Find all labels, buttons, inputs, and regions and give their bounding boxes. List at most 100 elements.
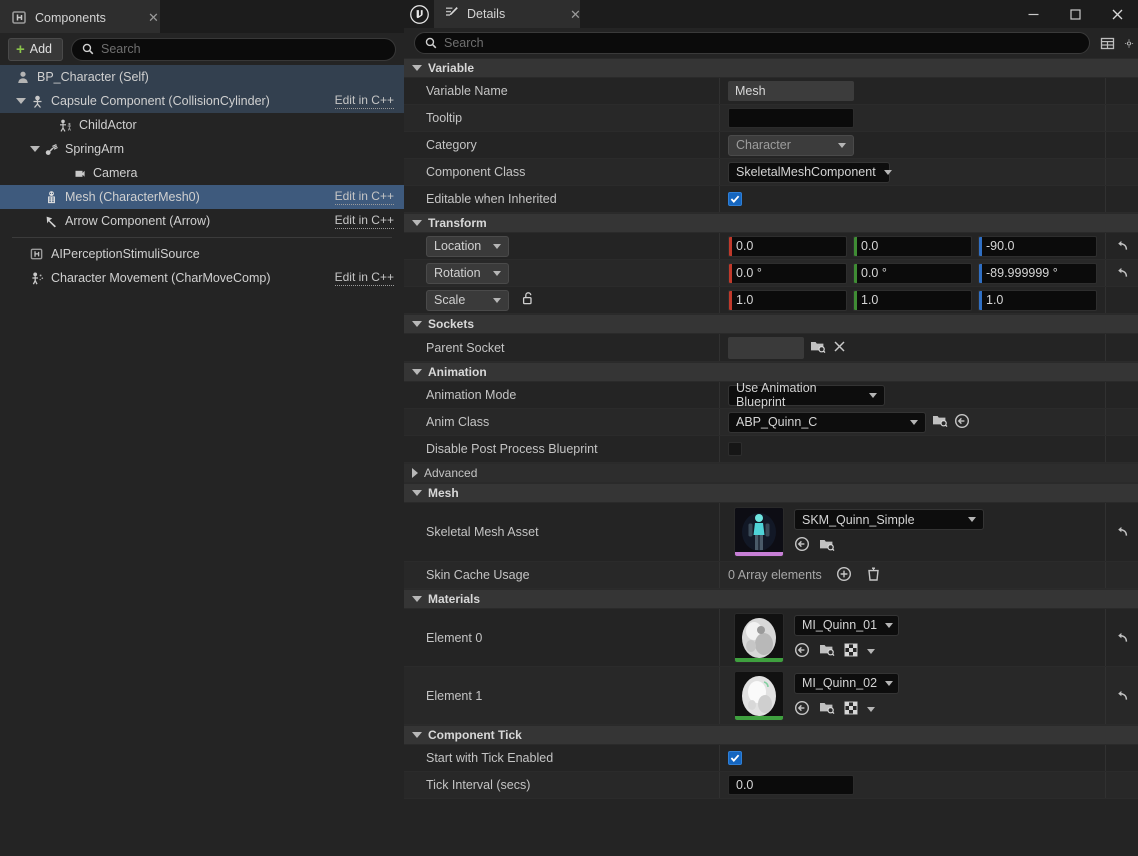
section-header-mesh[interactable]: Mesh — [404, 483, 1138, 503]
edit-in-cpp-link[interactable]: Edit in C++ — [334, 270, 394, 286]
chevron-down-icon — [968, 517, 976, 522]
chevron-down-icon[interactable] — [867, 648, 875, 654]
close-icon[interactable]: ✕ — [134, 11, 159, 24]
back-arrow-icon[interactable] — [794, 700, 810, 719]
rotation-z-input[interactable]: -89.999999 ° — [978, 262, 1097, 284]
browse-icon[interactable] — [819, 700, 835, 718]
settings-icon[interactable] — [1124, 36, 1134, 51]
section-header-advanced[interactable]: Advanced — [404, 463, 1138, 483]
scale-z-input[interactable]: 1.0 — [978, 289, 1097, 311]
section-header-materials[interactable]: Materials — [404, 589, 1138, 609]
chevron-down-icon — [412, 596, 422, 602]
rotation-y-input[interactable]: 0.0 ° — [853, 262, 972, 284]
components-search-input[interactable]: Search — [71, 37, 396, 61]
tree-item-arrow-component[interactable]: Arrow Component (Arrow) Edit in C++ — [0, 209, 404, 233]
property-row-skin-cache-usage: Skin Cache Usage 0 Array elements — [404, 562, 1138, 589]
start-with-tick-enabled-checkbox[interactable] — [728, 751, 742, 765]
checker-icon[interactable] — [844, 642, 858, 660]
section-header-transform[interactable]: Transform — [404, 213, 1138, 233]
tree-item-aiperceptionstimulisource[interactable]: AIPerceptionStimuliSource — [0, 242, 404, 266]
search-placeholder: Search — [444, 36, 484, 50]
location-z-input[interactable]: -90.0 — [978, 235, 1097, 257]
column-settings-icon[interactable] — [1096, 36, 1118, 51]
scale-x-input[interactable]: 1.0 — [728, 289, 847, 311]
tree-item-label: Arrow Component (Arrow) — [65, 214, 211, 228]
location-y-input[interactable]: 0.0 — [853, 235, 972, 257]
disable-post-process-blueprint-checkbox[interactable] — [728, 442, 742, 456]
animation-mode-dropdown[interactable]: Use Animation Blueprint — [728, 381, 885, 409]
tree-item-bp-character[interactable]: BP_Character (Self) — [0, 65, 404, 89]
details-search-row: Search — [404, 28, 1138, 58]
child-actor-icon — [56, 118, 74, 133]
section-header-variable[interactable]: Variable — [404, 58, 1138, 78]
rotation-x-input[interactable]: 0.0 ° — [728, 262, 847, 284]
checker-icon[interactable] — [844, 700, 858, 718]
close-icon[interactable] — [1096, 0, 1138, 28]
spring-arm-icon — [42, 142, 60, 157]
edit-in-cpp-link[interactable]: Edit in C++ — [334, 213, 394, 229]
browse-icon[interactable] — [819, 537, 835, 555]
delete-icon[interactable] — [866, 566, 881, 585]
element-1-material-dropdown[interactable]: MI_Quinn_02 — [794, 672, 899, 694]
section-header-sockets[interactable]: Sockets — [404, 314, 1138, 334]
property-row-rotation: Rotation 0.0 ° 0.0 ° -89.999999 ° — [404, 260, 1138, 287]
category-dropdown[interactable]: Character — [728, 134, 854, 156]
tree-item-label: Character Movement (CharMoveComp) — [51, 271, 271, 285]
back-arrow-icon[interactable] — [794, 642, 810, 661]
browse-icon[interactable] — [819, 642, 835, 660]
clear-x-icon[interactable] — [832, 339, 847, 357]
location-x-input[interactable]: 0.0 — [728, 235, 847, 257]
maximize-icon[interactable] — [1054, 0, 1096, 28]
chevron-down-icon — [869, 392, 877, 398]
scale-y-input[interactable]: 1.0 — [853, 289, 972, 311]
parent-socket-input[interactable] — [728, 336, 804, 359]
add-component-button[interactable]: + Add — [8, 37, 64, 61]
tree-item-springarm[interactable]: SpringArm — [0, 137, 404, 161]
material-sphere-thumbnail[interactable] — [734, 670, 784, 721]
anim-class-dropdown[interactable]: ABP_Quinn_C — [728, 411, 926, 433]
reset-skeletal-mesh-button[interactable] — [1105, 503, 1138, 561]
editable-when-inherited-checkbox[interactable] — [728, 192, 742, 206]
tree-item-mesh[interactable]: Mesh (CharacterMesh0) Edit in C++ — [0, 185, 404, 209]
back-arrow-icon[interactable] — [794, 536, 810, 555]
tooltip-input[interactable] — [728, 108, 854, 128]
chevron-down-icon — [838, 142, 846, 148]
location-dropdown[interactable]: Location — [426, 235, 509, 257]
back-arrow-icon[interactable] — [954, 413, 970, 432]
unlock-icon[interactable] — [521, 291, 535, 309]
chevron-down-icon[interactable] — [867, 706, 875, 712]
reset-element-1-button[interactable] — [1105, 667, 1138, 724]
details-search-input[interactable]: Search — [414, 32, 1090, 54]
edit-in-cpp-link[interactable]: Edit in C++ — [334, 189, 394, 205]
reset-location-button[interactable] — [1105, 233, 1138, 259]
tab-components[interactable]: Components ✕ — [0, 0, 160, 33]
rotation-dropdown[interactable]: Rotation — [426, 262, 509, 284]
reset-rotation-button[interactable] — [1105, 260, 1138, 286]
tree-item-camera[interactable]: Camera — [0, 161, 404, 185]
section-header-animation[interactable]: Animation — [404, 362, 1138, 382]
tree-item-character-movement[interactable]: Character Movement (CharMoveComp) Edit i… — [0, 266, 404, 290]
skeletal-mesh-thumbnail[interactable] — [734, 507, 784, 557]
twisty-down-icon[interactable] — [28, 146, 42, 152]
component-class-dropdown[interactable]: SkeletalMeshComponent — [728, 161, 892, 183]
edit-in-cpp-link[interactable]: Edit in C++ — [334, 93, 394, 109]
skeletal-mesh-asset-dropdown[interactable]: SKM_Quinn_Simple — [794, 509, 984, 530]
add-element-icon[interactable] — [836, 566, 852, 585]
twisty-down-icon[interactable] — [14, 98, 28, 104]
tree-item-childactor[interactable]: ChildActor — [0, 113, 404, 137]
browse-icon[interactable] — [810, 339, 826, 357]
reset-cell — [1105, 772, 1138, 798]
scale-dropdown[interactable]: Scale — [426, 289, 509, 311]
components-toolbar: + Add Search — [0, 33, 404, 65]
tab-details[interactable]: Details ✕ — [434, 0, 581, 28]
minimize-icon[interactable] — [1012, 0, 1054, 28]
reset-element-0-button[interactable] — [1105, 609, 1138, 666]
tick-interval-input[interactable]: 0.0 — [728, 775, 854, 795]
browse-icon[interactable] — [932, 413, 948, 431]
variable-name-input[interactable]: Mesh — [728, 81, 854, 101]
material-sphere-thumbnail[interactable] — [734, 612, 784, 663]
section-header-component-tick[interactable]: Component Tick — [404, 725, 1138, 745]
close-icon[interactable]: ✕ — [556, 8, 581, 21]
tree-item-capsule-component[interactable]: Capsule Component (CollisionCylinder) Ed… — [0, 89, 404, 113]
element-0-material-dropdown[interactable]: MI_Quinn_01 — [794, 614, 899, 636]
